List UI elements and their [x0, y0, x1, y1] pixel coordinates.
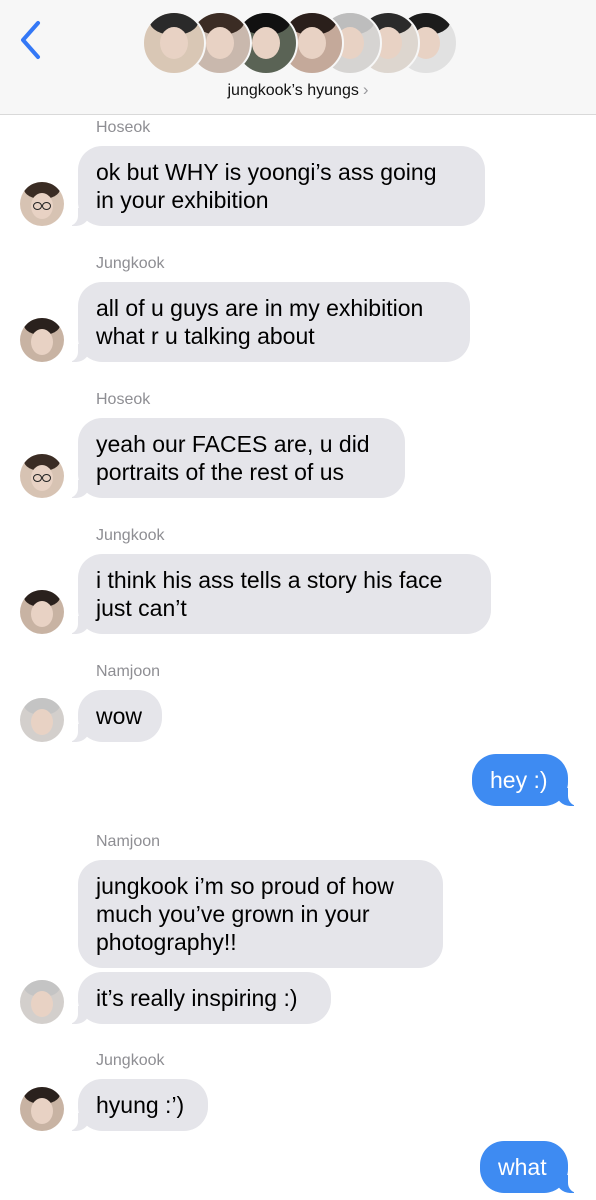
message-line: what r u talking about — [96, 323, 315, 349]
message-bubble-sent[interactable]: hey :) — [472, 754, 580, 806]
message-bubble[interactable]: it’s really inspiring :) — [66, 972, 331, 1024]
message-line: hey :) — [490, 767, 548, 793]
message-line: ok but WHY is yoongi’s ass going — [96, 159, 437, 185]
message-line: all of u guys are in my exhibition — [96, 295, 424, 321]
message-bubble[interactable]: wow — [66, 690, 162, 742]
message-bubble[interactable]: yeah our FACES are, u did portraits of t… — [66, 418, 405, 498]
avatar-jungkook[interactable] — [20, 318, 64, 362]
avatar-jungkook[interactable] — [20, 1087, 64, 1131]
group-name-label: jungkook’s hyungs — [227, 82, 359, 99]
message-line: yeah our FACES are, u did — [96, 431, 370, 457]
message-line: portraits of the rest of us — [96, 459, 345, 485]
message-bubble[interactable]: hyung :’) — [66, 1079, 208, 1131]
avatar-namjoon[interactable] — [20, 698, 64, 742]
message-line: jungkook i’m so proud of how — [96, 873, 394, 899]
sender-label: Hoseok — [96, 391, 151, 408]
message-line: it’s really inspiring :) — [96, 985, 298, 1011]
chevron-right-icon: › — [362, 80, 369, 99]
message-line: just can’t — [96, 595, 187, 621]
message-line: i think his ass tells a story his face — [96, 567, 443, 593]
message-line: in your exhibition — [96, 187, 269, 213]
group-name-button[interactable]: jungkook’s hyungs › — [0, 80, 596, 100]
avatar-jungkook[interactable] — [20, 590, 64, 634]
message-bubble[interactable]: all of u guys are in my exhibition what … — [66, 282, 470, 362]
group-avatar-1[interactable] — [142, 11, 206, 75]
sender-label: Hoseok — [96, 119, 151, 136]
message-bubble-sent[interactable]: what — [480, 1141, 580, 1193]
sender-label: Namjoon — [96, 833, 161, 850]
message-bubble[interactable]: jungkook i’m so proud of how much you’ve… — [78, 860, 443, 968]
message-line: photography!! — [96, 929, 237, 955]
message-line: wow — [96, 703, 143, 729]
avatar-hoseok[interactable] — [20, 454, 64, 498]
sender-label: Jungkook — [96, 527, 165, 544]
avatar-namjoon[interactable] — [20, 980, 64, 1024]
message-line: what — [498, 1154, 547, 1180]
message-line: much you’ve grown in your — [96, 901, 370, 927]
message-bubble[interactable]: i think his ass tells a story his face j… — [66, 554, 491, 634]
conversation-header: jungkook’s hyungs › — [0, 0, 596, 115]
sender-label: Jungkook — [96, 1052, 165, 1069]
message-bubble[interactable]: ok but WHY is yoongi’s ass going in your… — [66, 146, 485, 226]
sender-label: Namjoon — [96, 663, 161, 680]
avatar-hoseok[interactable] — [20, 182, 64, 226]
group-avatars[interactable] — [0, 11, 596, 75]
message-line: hyung :’) — [96, 1092, 185, 1118]
sender-label: Jungkook — [96, 255, 165, 272]
